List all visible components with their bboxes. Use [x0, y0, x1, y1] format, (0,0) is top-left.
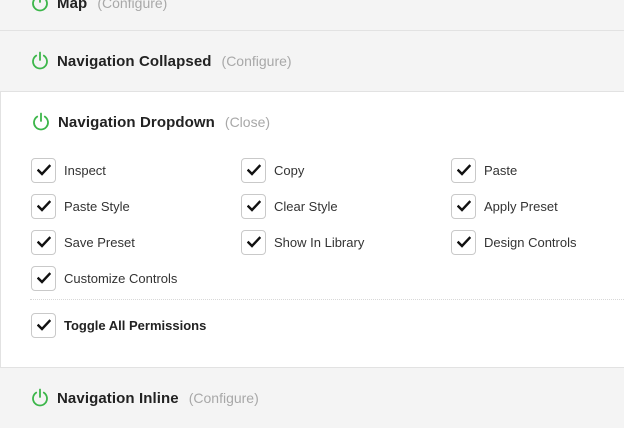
- checkmark-icon: [36, 164, 51, 176]
- permission-customize-controls[interactable]: Customize Controls: [31, 265, 177, 291]
- section-navigation-inline-header[interactable]: Navigation Inline (Configure): [30, 388, 259, 408]
- section-title: Navigation Inline: [57, 389, 179, 407]
- section-title: Navigation Dropdown: [58, 113, 215, 131]
- checkmark-icon: [36, 319, 51, 331]
- power-icon[interactable]: [30, 0, 50, 13]
- configure-link[interactable]: (Configure): [189, 390, 259, 406]
- section-navigation-dropdown-header[interactable]: Navigation Dropdown (Close): [31, 112, 270, 132]
- section-navigation-collapsed: Navigation Collapsed (Configure): [0, 30, 624, 92]
- divider: [30, 299, 624, 300]
- permission-label: Design Controls: [484, 234, 577, 250]
- permission-paste[interactable]: Paste: [451, 157, 517, 183]
- section-navigation-collapsed-header[interactable]: Navigation Collapsed (Configure): [30, 51, 292, 71]
- checkbox[interactable]: [241, 229, 266, 255]
- permission-label: Clear Style: [274, 198, 338, 214]
- section-title: Map: [57, 0, 88, 12]
- permission-copy[interactable]: Copy: [241, 157, 304, 183]
- configure-link[interactable]: (Configure): [97, 0, 167, 11]
- checkbox[interactable]: [31, 312, 56, 338]
- checkbox[interactable]: [451, 229, 476, 255]
- power-icon[interactable]: [30, 388, 50, 408]
- permission-label: Paste: [484, 162, 518, 178]
- checkbox[interactable]: [31, 229, 56, 255]
- checkmark-icon: [456, 200, 471, 212]
- toggle-all-label: Toggle All Permissions: [64, 317, 207, 333]
- permission-label: Save Preset: [64, 234, 135, 250]
- permission-clear-style[interactable]: Clear Style: [241, 193, 338, 219]
- checkmark-icon: [246, 164, 261, 176]
- toggle-all-permissions[interactable]: Toggle All Permissions: [31, 312, 206, 338]
- checkbox[interactable]: [31, 157, 56, 183]
- checkmark-icon: [36, 200, 51, 212]
- checkbox[interactable]: [31, 265, 56, 291]
- section-map-header[interactable]: Map (Configure): [30, 0, 167, 13]
- section-navigation-inline: Navigation Inline (Configure): [0, 367, 624, 428]
- section-title: Navigation Collapsed: [57, 52, 212, 70]
- checkmark-icon: [456, 236, 471, 248]
- permission-label: Customize Controls: [64, 270, 178, 286]
- checkmark-icon: [36, 272, 51, 284]
- checkmark-icon: [456, 164, 471, 176]
- permission-design-controls[interactable]: Design Controls: [451, 229, 577, 255]
- checkbox[interactable]: [241, 157, 266, 183]
- configure-link[interactable]: (Configure): [222, 53, 292, 69]
- checkmark-icon: [246, 236, 261, 248]
- permission-label: Copy: [274, 162, 305, 178]
- permission-apply-preset[interactable]: Apply Preset: [451, 193, 558, 219]
- checkbox[interactable]: [241, 193, 266, 219]
- power-icon[interactable]: [31, 112, 51, 132]
- permission-inspect[interactable]: Inspect: [31, 157, 106, 183]
- permission-label: Apply Preset: [484, 198, 558, 214]
- permission-paste-style[interactable]: Paste Style: [31, 193, 130, 219]
- permission-save-preset[interactable]: Save Preset: [31, 229, 135, 255]
- permission-label: Inspect: [64, 162, 106, 178]
- checkbox[interactable]: [451, 193, 476, 219]
- permission-show-in-library[interactable]: Show In Library: [241, 229, 364, 255]
- section-map: Map (Configure): [0, 0, 624, 31]
- permission-label: Paste Style: [64, 198, 130, 214]
- checkbox[interactable]: [451, 157, 476, 183]
- checkbox[interactable]: [31, 193, 56, 219]
- checkmark-icon: [246, 200, 261, 212]
- permission-label: Show In Library: [274, 234, 365, 250]
- checkmark-icon: [36, 236, 51, 248]
- close-link[interactable]: (Close): [225, 114, 270, 130]
- power-icon[interactable]: [30, 51, 50, 71]
